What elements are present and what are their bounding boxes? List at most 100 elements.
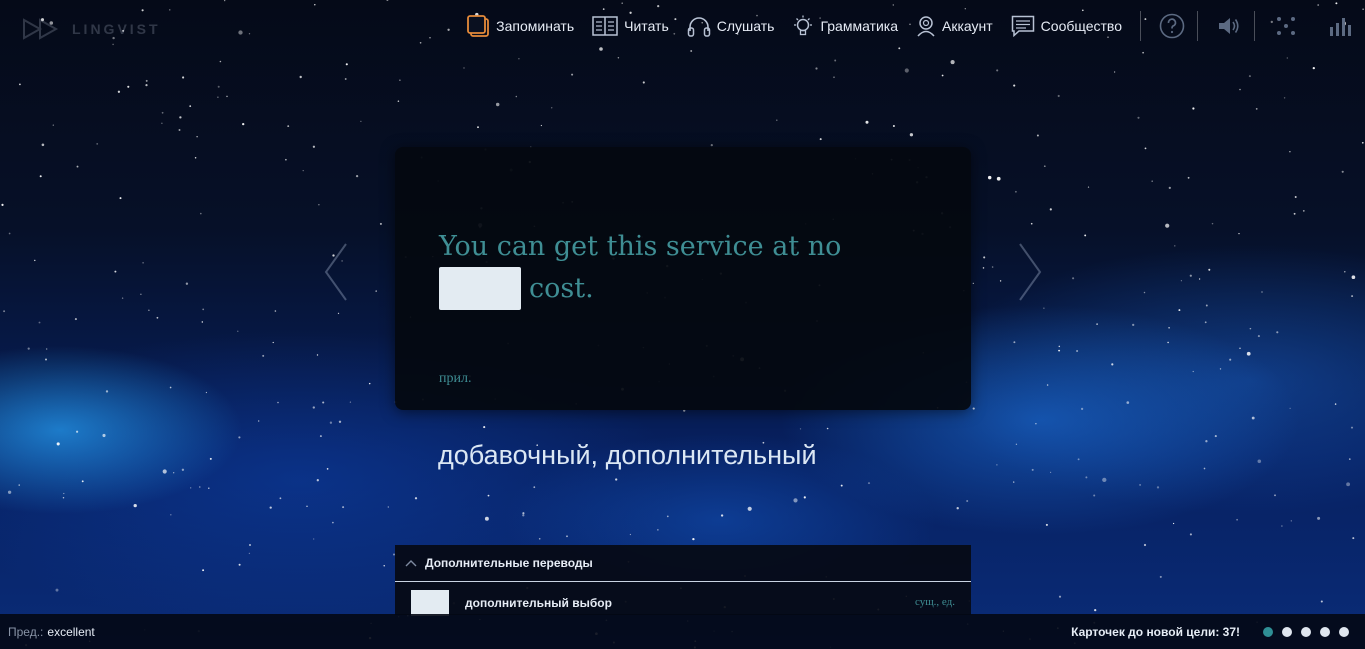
sound-button[interactable] [1210,0,1248,52]
previous-word-value[interactable]: excellent [47,625,94,639]
star [375,290,377,292]
star [1113,71,1116,73]
help-icon [1159,13,1185,39]
star [941,74,944,77]
nav-item-memorize[interactable]: Запоминать [466,0,574,52]
star [202,569,205,572]
progress-dot [1301,626,1311,637]
star [1289,151,1291,153]
star [550,107,553,109]
star [1035,422,1037,425]
star [1143,543,1147,547]
star [1352,537,1355,540]
star [642,81,645,84]
star [8,232,11,235]
nav-label-read: Читать [624,18,669,34]
star [1248,75,1251,78]
star [1236,518,1238,521]
star [1094,608,1097,612]
star [1350,426,1354,429]
star [76,165,79,168]
star [274,310,277,312]
card-sentence: You can get this service at no cost. [439,227,919,310]
star [133,503,137,508]
star [194,156,197,159]
app-logo[interactable]: LINGVIST [22,18,161,40]
star [238,30,243,35]
star [1238,232,1240,235]
previous-card-arrow[interactable] [322,240,350,304]
star [799,428,802,430]
nav-item-listen[interactable]: Слушать [687,0,775,52]
star [1251,416,1255,420]
nav-item-read[interactable]: Читать [592,0,669,52]
star [306,505,308,508]
nav-item-grammar[interactable]: Грамматика [792,0,898,52]
bottom-status-bar: Пред.: excellent Карточек до новой цели: … [0,614,1365,649]
star [27,347,30,350]
star [972,407,975,410]
star [169,386,172,389]
star [1229,358,1232,361]
star [1351,295,1354,298]
star [1093,494,1096,497]
star [1159,575,1162,578]
star [996,176,1001,181]
star [1151,180,1153,182]
star [141,9,144,12]
star [1289,407,1291,409]
star [1132,323,1135,327]
star [1344,271,1346,273]
star [199,486,201,488]
star [18,484,20,486]
star [1317,516,1321,520]
star [19,83,21,86]
star [161,111,164,114]
extra-translations-toggle[interactable]: Дополнительные переводы [395,545,971,582]
star [1214,435,1217,438]
help-button[interactable] [1153,0,1191,52]
stats-icon [1330,18,1351,36]
star [1087,186,1090,188]
star [127,85,130,88]
star [1137,116,1140,119]
star [38,321,41,324]
star [258,420,260,422]
star [414,497,418,500]
star [272,341,274,344]
star [1189,533,1192,536]
speaker-icon [1219,18,1239,34]
nav-item-account[interactable]: Аккаунт [916,0,993,52]
star [52,124,54,126]
star [538,537,541,540]
nav-item-community[interactable]: Сообщество [1011,0,1122,52]
star [996,69,999,72]
star [200,212,202,215]
nav-label-account: Аккаунт [942,18,993,34]
star [1211,222,1214,225]
star [987,175,992,180]
user-icon [917,16,935,37]
nav-label-listen: Слушать [716,18,775,34]
star [483,426,486,429]
next-card-arrow[interactable] [1016,240,1044,304]
answer-input-blank[interactable] [439,267,521,310]
statistics-button[interactable] [1321,0,1359,52]
extra-word-pos: сущ., ед. [914,596,955,608]
star [1030,222,1033,225]
star [819,138,822,141]
star [1139,483,1142,486]
star [1077,458,1080,461]
star [1257,335,1260,338]
goal-text: Карточек до новой цели: 37! [1071,624,1240,639]
star [217,96,219,98]
star [1257,459,1262,464]
star [487,494,490,497]
star [178,129,181,131]
star [1167,341,1169,344]
star [189,105,192,107]
star [1320,600,1323,603]
fullscreen-button[interactable] [1267,0,1305,52]
list-item: дополнительный выбор сущ., ед. [395,582,971,616]
extra-word: дополнительный выбор [465,596,612,610]
